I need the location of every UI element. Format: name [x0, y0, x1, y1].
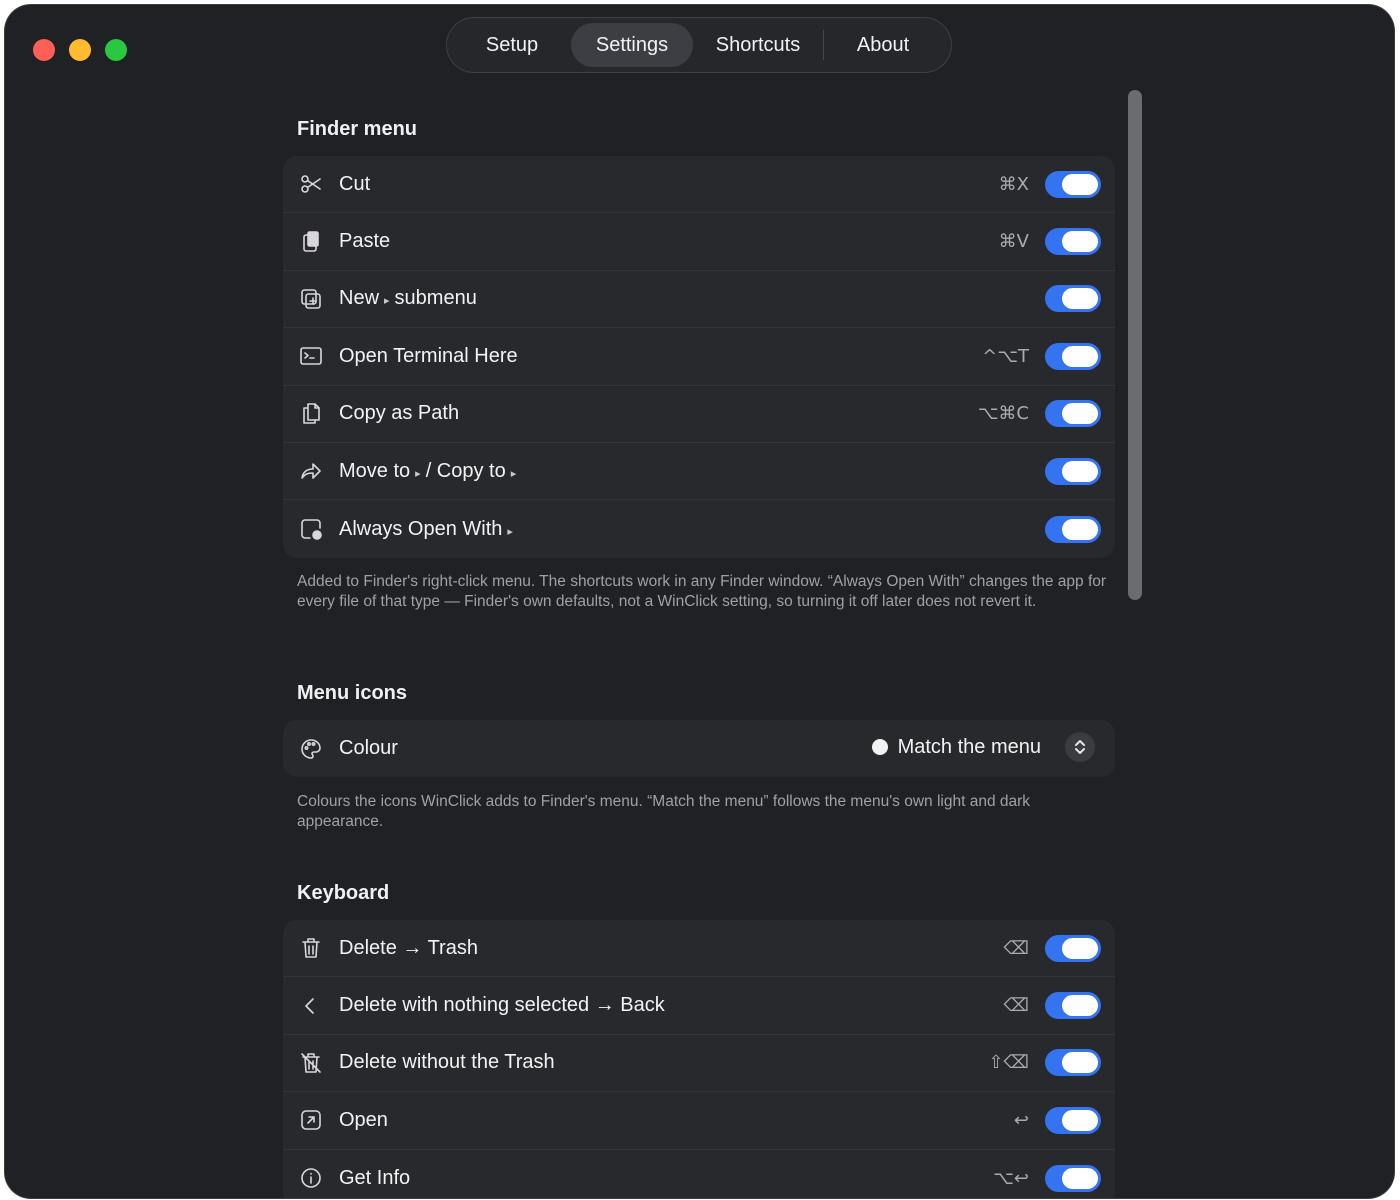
terminal-icon [297, 342, 325, 370]
finder-menu-heading: Finder menu [297, 118, 418, 140]
tab-setup[interactable]: Setup [453, 23, 571, 67]
item-label: Open [339, 1108, 388, 1131]
tab-bar: Setup Settings Shortcuts About [446, 17, 952, 73]
item-label: Open Terminal Here [339, 344, 518, 367]
finder-item-paste[interactable]: Paste ⌘V [283, 213, 1115, 271]
keyboard-item-delete-trash[interactable]: Delete → Trash ⌫ [283, 920, 1115, 978]
trash-slash-icon [297, 1049, 325, 1077]
menu-icons-card: Colour Match the menu [283, 720, 1115, 777]
shortcut-label: ⌘V [998, 231, 1029, 253]
open-terminal-toggle[interactable] [1045, 342, 1101, 370]
palette-icon [297, 735, 325, 763]
info-icon [297, 1164, 325, 1192]
finder-menu-card: Cut ⌘X Paste ⌘V New ▸ submenu Open Termina… [283, 156, 1115, 558]
shortcut-label: ⌫ [1003, 995, 1029, 1017]
shortcut-label: ⌘X [998, 173, 1029, 195]
open-with-icon [297, 515, 325, 543]
copy-as-path-toggle[interactable] [1045, 400, 1101, 428]
menu-icons-note: Colours the icons WinClick adds to Finde… [297, 793, 1031, 830]
finder-item-always-open-with[interactable]: Always Open With ▸ [283, 500, 1115, 557]
open-arrow-icon [297, 1106, 325, 1134]
item-label: Get Info [339, 1166, 411, 1189]
colour-select[interactable]: Match the menu [871, 732, 1095, 762]
finder-item-new[interactable]: New ▸ submenu [283, 271, 1115, 329]
finder-item-move-copy[interactable]: Move to ▸ / Copy to ▸ [283, 443, 1115, 501]
chevron-up-down-icon[interactable] [1065, 732, 1095, 762]
colour-select-value: Match the menu [897, 735, 1041, 758]
minimize-window-button[interactable] [69, 39, 91, 61]
keyboard-item-delete-back[interactable]: Delete with nothing selected → Back ⌫ [283, 977, 1115, 1035]
finder-menu-note: Added to Finder's right-click menu. The … [297, 573, 1107, 610]
always-open-with-toggle[interactable] [1045, 515, 1101, 543]
colour-label: Colour [339, 737, 398, 760]
delete-without-trash-toggle[interactable] [1045, 1049, 1101, 1077]
shortcut-label: ⌥↩ [993, 1167, 1029, 1189]
scissors-icon [297, 170, 325, 198]
item-label: Paste [339, 230, 391, 253]
finder-item-copy-path[interactable]: Copy as Path ⌥⌘C [283, 386, 1115, 443]
move-arrow-icon [297, 457, 325, 485]
delete-back-toggle[interactable] [1045, 992, 1101, 1020]
item-label: Copy as Path [339, 402, 460, 425]
get-info-toggle[interactable] [1045, 1164, 1101, 1192]
window-controls [33, 39, 127, 61]
item-label: Move to ▸ / Copy to ▸ [339, 459, 517, 482]
tab-about[interactable]: About [824, 23, 942, 67]
keyboard-heading: Keyboard [297, 882, 390, 904]
copy-path-icon [297, 400, 325, 428]
scrollbar-thumb[interactable] [1128, 90, 1142, 600]
chevron-left-icon [297, 992, 325, 1020]
keyboard-item-open[interactable]: Open ↩ [283, 1092, 1115, 1150]
item-label: Cut [339, 172, 371, 195]
delete-trash-toggle[interactable] [1045, 934, 1101, 962]
keyboard-item-delete-no-trash[interactable]: Delete without the Trash ⇧⌫ [283, 1035, 1115, 1093]
finder-item-cut[interactable]: Cut ⌘X [283, 156, 1115, 214]
colour-row: Colour Match the menu [283, 720, 1115, 777]
shortcut-label: ⌫ [1003, 937, 1029, 959]
move-copy-toggle[interactable] [1045, 457, 1101, 485]
settings-window: Setup Settings Shortcuts About Finder me… [5, 5, 1394, 1198]
colour-swatch [871, 739, 888, 755]
clipboard-icon [297, 228, 325, 256]
shortcut-label: ↩ [1013, 1109, 1029, 1131]
tab-shortcuts[interactable]: Shortcuts [693, 23, 823, 67]
trash-icon [297, 934, 325, 962]
shortcut-label: ⌥⌘C [977, 403, 1029, 425]
item-label: New ▸ submenu [339, 287, 477, 310]
shortcut-label: ^⌥T [982, 345, 1029, 367]
finder-item-open-terminal[interactable]: Open Terminal Here ^⌥T [283, 328, 1115, 386]
item-label: Delete with nothing selected → Back [339, 994, 665, 1017]
scrollbar[interactable] [1125, 90, 1143, 1198]
paste-toggle[interactable] [1045, 228, 1101, 256]
new-item-icon [297, 285, 325, 313]
close-window-button[interactable] [33, 39, 55, 61]
item-label: Always Open With ▸ [339, 517, 513, 540]
item-label: Delete → Trash [339, 936, 478, 959]
tab-settings[interactable]: Settings [571, 23, 693, 67]
keyboard-card: Delete → Trash ⌫ Delete with nothing sel… [283, 920, 1115, 1198]
open-toggle[interactable] [1045, 1106, 1101, 1134]
keyboard-item-get-info[interactable]: Get Info ⌥↩ [283, 1150, 1115, 1198]
maximize-window-button[interactable] [105, 39, 127, 61]
new-submenu-toggle[interactable] [1045, 285, 1101, 313]
cut-toggle[interactable] [1045, 170, 1101, 198]
item-label: Delete without the Trash [339, 1051, 555, 1074]
shortcut-label: ⇧⌫ [988, 1052, 1029, 1074]
menu-icons-heading: Menu icons [297, 682, 408, 704]
